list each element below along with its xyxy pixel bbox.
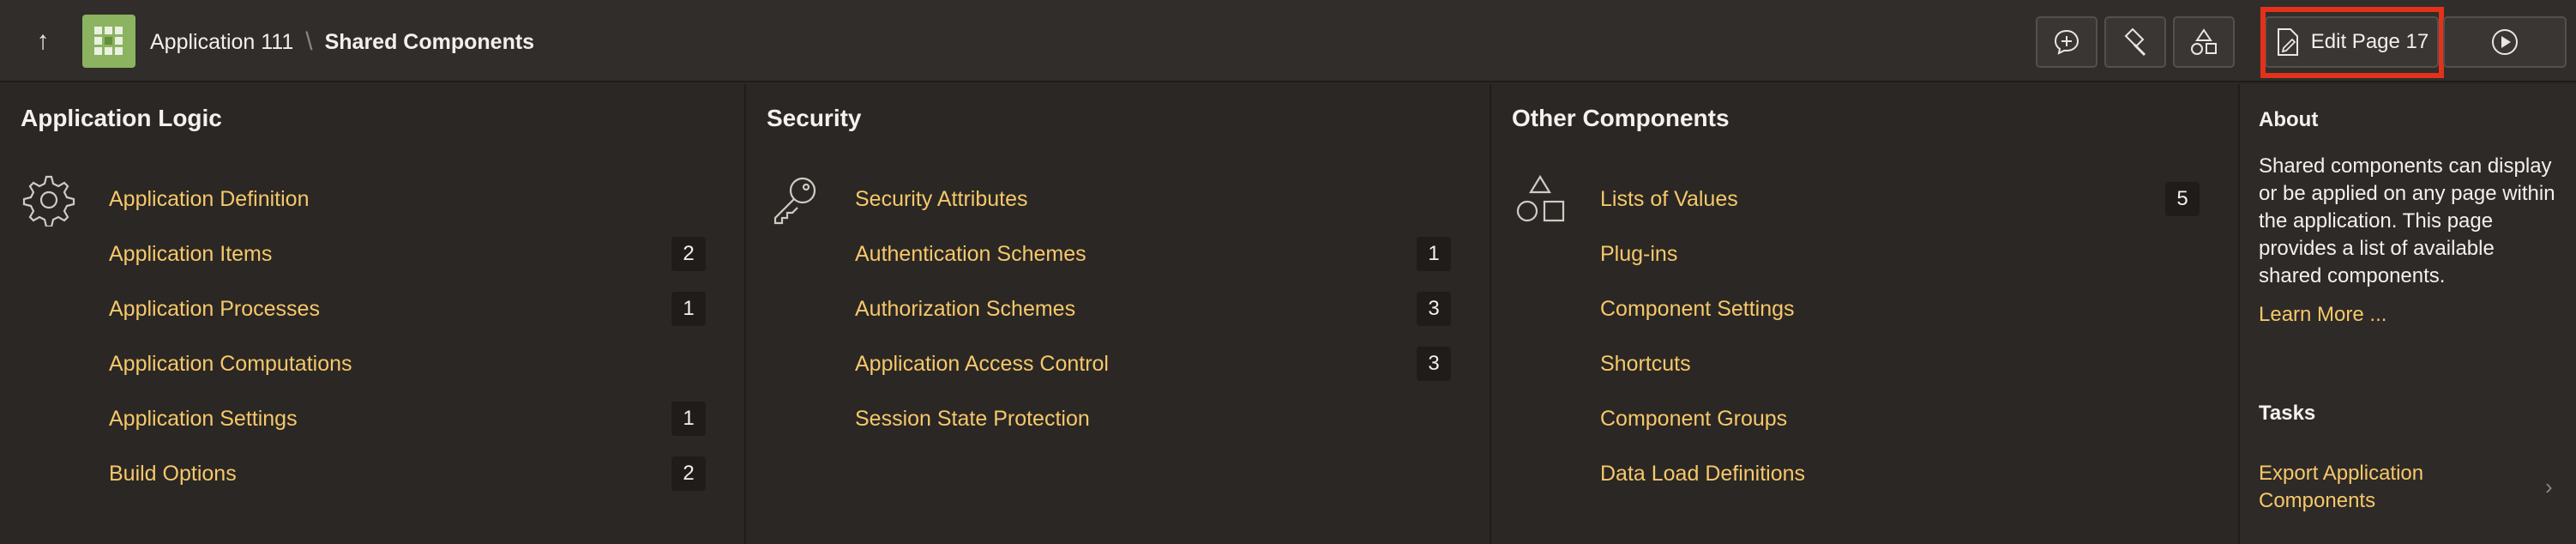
- other-components-panel: Other Components Lists of Values 5 Plug-i…: [1491, 84, 2240, 544]
- list-item: Session State Protection: [746, 402, 1490, 456]
- about-heading: About: [2259, 108, 2319, 131]
- security-attributes-link[interactable]: Security Attributes: [855, 182, 1027, 216]
- edit-page-label: Edit Page 17: [2310, 30, 2429, 53]
- security-panel: Security Security Attributes Authenticat…: [746, 84, 1491, 544]
- application-icon[interactable]: [82, 15, 135, 68]
- panel-title: Security: [767, 105, 862, 131]
- edit-page-icon: [2277, 28, 2298, 56]
- list-item: Application Access Control 3: [746, 347, 1490, 402]
- application-processes-link[interactable]: Application Processes: [109, 292, 320, 326]
- count-badge: 1: [671, 402, 706, 436]
- chevron-right-icon: ›: [2545, 474, 2553, 499]
- learn-more-link[interactable]: Learn More ...: [2259, 303, 2386, 327]
- data-load-definitions-link[interactable]: Data Load Definitions: [1600, 456, 1805, 491]
- list-item: Application Computations: [0, 347, 744, 402]
- authentication-schemes-link[interactable]: Authentication Schemes: [855, 237, 1086, 271]
- application-logic-list: Application Definition Application Items…: [0, 182, 744, 511]
- export-application-components-link[interactable]: Export Application Components: [2259, 460, 2525, 515]
- lists-of-values-link[interactable]: Lists of Values: [1600, 182, 1738, 216]
- breadcrumb-application[interactable]: Application 111: [150, 30, 293, 55]
- list-item: Application Processes 1: [0, 292, 744, 347]
- component-settings-link[interactable]: Component Settings: [1600, 292, 1795, 326]
- top-toolbar: ↑ Application 111 \ Shared Components Ed…: [0, 0, 2576, 82]
- comments-button[interactable]: [2036, 16, 2098, 68]
- build-options-link[interactable]: Build Options: [109, 456, 237, 491]
- breadcrumb-separator: \: [305, 27, 313, 56]
- session-state-protection-link[interactable]: Session State Protection: [855, 402, 1090, 436]
- breadcrumb: Application 111 \ Shared Components: [150, 27, 534, 57]
- about-text: Shared components can display or be appl…: [2259, 154, 2555, 287]
- shared-components-button[interactable]: [2173, 16, 2235, 68]
- application-definition-link[interactable]: Application Definition: [109, 182, 309, 216]
- count-badge: 2: [671, 237, 706, 271]
- other-components-list: Lists of Values 5 Plug-ins Component Sett…: [1491, 182, 2238, 511]
- count-badge: 1: [671, 292, 706, 326]
- grid-app-icon: [94, 27, 123, 55]
- authorization-schemes-link[interactable]: Authorization Schemes: [855, 292, 1075, 326]
- about-sidebar: About Shared components can display or b…: [2240, 84, 2576, 544]
- list-item: Build Options 2: [0, 456, 744, 511]
- up-arrow-icon[interactable]: ↑: [26, 24, 60, 58]
- tasks-heading: Tasks: [2259, 402, 2316, 425]
- shapes-icon: [2191, 28, 2217, 55]
- panel-title: Other Components: [1512, 105, 1730, 131]
- count-badge: 3: [1417, 347, 1451, 381]
- application-computations-link[interactable]: Application Computations: [109, 347, 352, 381]
- edit-page-button[interactable]: Edit Page 17: [2265, 16, 2439, 68]
- application-access-control-link[interactable]: Application Access Control: [855, 347, 1109, 381]
- count-badge: 2: [671, 456, 706, 491]
- list-item: Component Groups: [1491, 402, 2238, 456]
- panel-title: Application Logic: [21, 105, 222, 131]
- count-badge: 3: [1417, 292, 1451, 326]
- flashlight-icon: [2124, 27, 2146, 57]
- list-item: Application Settings 1: [0, 402, 744, 456]
- list-item: Authentication Schemes 1: [746, 237, 1490, 292]
- play-icon: [2492, 29, 2518, 55]
- count-badge: 5: [2165, 182, 2200, 216]
- debug-button[interactable]: [2104, 16, 2166, 68]
- application-settings-link[interactable]: Application Settings: [109, 402, 298, 436]
- list-item: Data Load Definitions: [1491, 456, 2238, 511]
- count-badge: 1: [1417, 237, 1451, 271]
- list-item: Application Definition: [0, 182, 744, 237]
- run-page-button[interactable]: [2443, 16, 2567, 68]
- list-item: Component Settings: [1491, 292, 2238, 347]
- shortcuts-link[interactable]: Shortcuts: [1600, 347, 1691, 381]
- list-item: Security Attributes: [746, 182, 1490, 237]
- security-list: Security Attributes Authentication Schem…: [746, 182, 1490, 456]
- comment-plus-icon: [2054, 29, 2079, 55]
- application-logic-panel: Application Logic Application Definition…: [0, 84, 746, 544]
- plug-ins-link[interactable]: Plug-ins: [1600, 237, 1677, 271]
- list-item: Shortcuts: [1491, 347, 2238, 402]
- list-item: Lists of Values 5: [1491, 182, 2238, 237]
- list-item: Application Items 2: [0, 237, 744, 292]
- component-groups-link[interactable]: Component Groups: [1600, 402, 1787, 436]
- breadcrumb-current-page: Shared Components: [324, 29, 535, 54]
- list-item: Authorization Schemes 3: [746, 292, 1490, 347]
- list-item: Plug-ins: [1491, 237, 2238, 292]
- application-items-link[interactable]: Application Items: [109, 237, 272, 271]
